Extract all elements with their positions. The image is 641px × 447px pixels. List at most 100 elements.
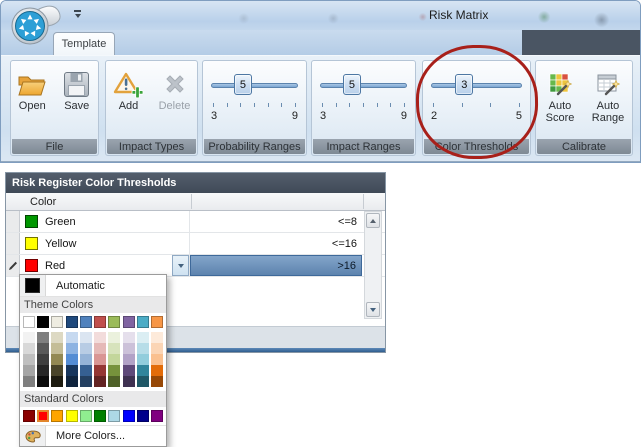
color-swatch[interactable] [151, 316, 163, 328]
auto-score-button[interactable]: Auto Score [537, 65, 583, 124]
color-swatch[interactable] [123, 376, 135, 387]
color-swatch[interactable] [80, 343, 92, 354]
color-swatch[interactable] [94, 332, 106, 343]
color-swatch[interactable] [66, 365, 78, 376]
color-swatch[interactable] [66, 354, 78, 365]
color-swatch[interactable] [123, 354, 135, 365]
color-swatch[interactable] [137, 410, 149, 422]
color-swatch[interactable] [66, 410, 78, 422]
more-colors-item[interactable]: More Colors... [20, 425, 166, 446]
color-swatch[interactable] [137, 316, 149, 328]
color-swatch[interactable] [123, 343, 135, 354]
color-swatch[interactable] [94, 343, 106, 354]
color-swatch[interactable] [123, 365, 135, 376]
color-swatch[interactable] [37, 376, 49, 387]
color-swatch[interactable] [123, 332, 135, 343]
threshold-cell-selected[interactable]: >16 [190, 255, 362, 276]
color-swatch[interactable] [37, 332, 49, 343]
color-swatch[interactable] [94, 410, 106, 422]
column-header-color[interactable]: Color [30, 196, 56, 208]
color-swatch[interactable] [151, 365, 163, 376]
color-swatch[interactable] [23, 332, 35, 343]
color-swatch[interactable] [51, 376, 63, 387]
slider-max-label: 9 [401, 110, 407, 122]
row-selector[interactable] [6, 255, 20, 276]
color-swatch[interactable] [151, 332, 163, 343]
color-swatch[interactable] [80, 332, 92, 343]
color-swatch[interactable] [37, 316, 49, 328]
color-swatch[interactable] [108, 410, 120, 422]
color-dropdown-button[interactable] [172, 255, 189, 276]
color-swatch[interactable] [37, 365, 49, 376]
row-selector[interactable] [6, 211, 20, 232]
row-selector[interactable] [6, 233, 20, 254]
color-swatch[interactable] [80, 354, 92, 365]
color-swatch[interactable] [80, 376, 92, 387]
auto-range-button[interactable]: Auto Range [585, 65, 631, 124]
vertical-scrollbar[interactable] [364, 211, 382, 319]
color-swatch[interactable] [108, 332, 120, 343]
color-swatch[interactable] [94, 376, 106, 387]
color-swatch[interactable] [123, 410, 135, 422]
color-swatch-selected[interactable] [37, 410, 49, 422]
automatic-color-item[interactable]: Automatic [20, 275, 166, 297]
color-swatch[interactable] [23, 376, 35, 387]
color-swatch[interactable] [51, 354, 63, 365]
color-swatch[interactable] [151, 376, 163, 387]
color-swatch[interactable] [23, 316, 35, 328]
color-cell[interactable]: Green [20, 211, 190, 232]
save-button[interactable]: Save [56, 65, 99, 112]
add-impact-type-button[interactable]: Add [107, 65, 151, 112]
color-swatch[interactable] [80, 365, 92, 376]
slider-track[interactable] [320, 83, 407, 88]
color-swatch[interactable] [66, 343, 78, 354]
threshold-cell[interactable]: <=8 [190, 211, 362, 232]
color-swatch[interactable] [23, 365, 35, 376]
scroll-down-button[interactable] [366, 302, 380, 317]
color-swatch[interactable] [137, 343, 149, 354]
color-swatch[interactable] [51, 316, 63, 328]
color-swatch[interactable] [51, 332, 63, 343]
color-swatch[interactable] [94, 365, 106, 376]
color-swatch[interactable] [151, 343, 163, 354]
color-swatch[interactable] [108, 376, 120, 387]
color-cell[interactable]: Yellow [20, 233, 190, 254]
color-swatch[interactable] [66, 316, 78, 328]
open-button[interactable]: Open [11, 65, 54, 112]
color-swatch[interactable] [80, 316, 92, 328]
color-swatch[interactable] [137, 354, 149, 365]
color-swatch[interactable] [37, 354, 49, 365]
color-swatch[interactable] [151, 354, 163, 365]
color-swatch[interactable] [23, 343, 35, 354]
slider-thumb[interactable]: 5 [234, 74, 252, 95]
color-swatch[interactable] [108, 354, 120, 365]
color-swatch[interactable] [23, 410, 35, 422]
application-menu-button[interactable] [9, 3, 65, 49]
color-swatch[interactable] [123, 316, 135, 328]
color-swatch[interactable] [23, 354, 35, 365]
color-swatch[interactable] [37, 343, 49, 354]
color-swatch[interactable] [108, 316, 120, 328]
color-swatch[interactable] [94, 316, 106, 328]
slider-tick [363, 103, 364, 107]
color-swatch[interactable] [66, 332, 78, 343]
color-swatch[interactable] [66, 376, 78, 387]
slider-track[interactable] [211, 83, 298, 88]
color-swatch[interactable] [51, 410, 63, 422]
threshold-cell[interactable]: <=16 [190, 233, 362, 254]
color-swatch[interactable] [137, 332, 149, 343]
delete-impact-type-button[interactable]: Delete [153, 65, 197, 112]
color-cell[interactable]: Red [20, 255, 190, 276]
color-swatch[interactable] [80, 410, 92, 422]
quick-access-dropdown-icon[interactable] [73, 10, 82, 20]
color-swatch[interactable] [108, 343, 120, 354]
color-swatch[interactable] [137, 365, 149, 376]
slider-thumb[interactable]: 5 [343, 74, 361, 95]
color-swatch[interactable] [151, 410, 163, 422]
color-swatch[interactable] [51, 343, 63, 354]
color-swatch[interactable] [94, 354, 106, 365]
color-swatch[interactable] [108, 365, 120, 376]
color-swatch[interactable] [137, 376, 149, 387]
color-swatch[interactable] [51, 365, 63, 376]
scroll-up-button[interactable] [366, 213, 380, 228]
